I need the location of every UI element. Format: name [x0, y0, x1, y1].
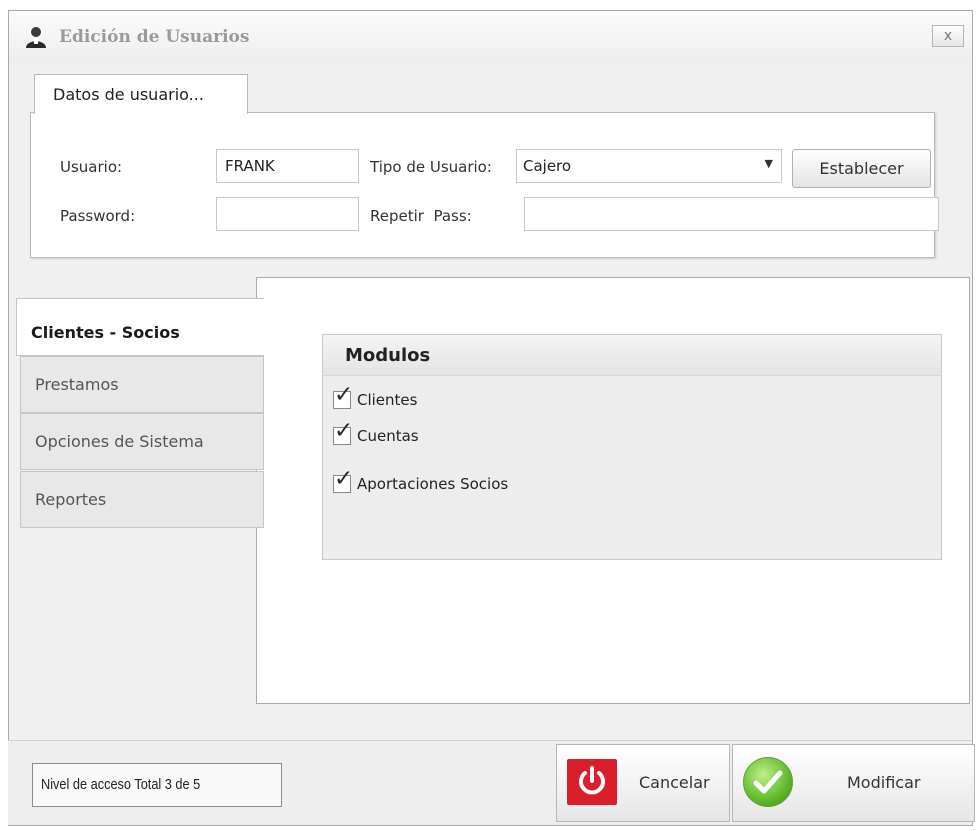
- tab-prestamos-label: Prestamos: [35, 375, 119, 394]
- tab-reportes[interactable]: Reportes: [20, 471, 264, 528]
- modify-label: Modificar: [847, 773, 921, 792]
- tab-clientes-socios[interactable]: Clientes - Socios: [16, 298, 264, 356]
- checkmark-circle-icon: [743, 757, 793, 807]
- checkbox-box[interactable]: ✓: [333, 384, 353, 409]
- tipo-usuario-select[interactable]: Cajero ▼: [516, 149, 782, 183]
- cancel-button[interactable]: Cancelar: [556, 744, 730, 822]
- modify-button[interactable]: Modificar: [732, 744, 975, 822]
- modulos-group: Modulos ✓ Clientes ✓ Cuentas ✓ Aportacio…: [322, 334, 942, 560]
- repetir-pass-field[interactable]: [524, 197, 939, 231]
- title-bar: Edición de Usuarios x: [9, 11, 972, 63]
- checkmark-icon: ✓: [334, 418, 354, 444]
- chevron-down-icon[interactable]: ▼: [765, 157, 773, 170]
- checkbox-cuentas-label: Cuentas: [357, 427, 419, 445]
- close-button[interactable]: x: [932, 25, 964, 47]
- tab-clientes-socios-label: Clientes - Socios: [31, 323, 180, 342]
- checkbox-clientes-label: Clientes: [357, 391, 418, 409]
- establecer-button[interactable]: Establecer: [792, 149, 931, 188]
- usuario-label: Usuario:: [60, 158, 123, 176]
- cancel-label: Cancelar: [639, 773, 710, 792]
- modulos-title: Modulos: [345, 345, 431, 366]
- usuario-field[interactable]: FRANK: [216, 149, 359, 183]
- tab-opciones-sistema-label: Opciones de Sistema: [35, 432, 204, 451]
- window-title: Edición de Usuarios: [59, 27, 250, 47]
- tab-datos-de-usuario[interactable]: Datos de usuario...: [34, 74, 248, 114]
- modulos-header: Modulos: [323, 335, 941, 376]
- checkbox-box[interactable]: ✓: [333, 420, 353, 445]
- password-label: Password:: [60, 207, 136, 225]
- checkmark-icon: ✓: [334, 382, 354, 408]
- tab-reportes-label: Reportes: [35, 490, 107, 509]
- tipo-usuario-label: Tipo de Usuario:: [370, 158, 492, 176]
- password-field[interactable]: [216, 197, 359, 231]
- tab-opciones-sistema[interactable]: Opciones de Sistema: [20, 413, 264, 470]
- power-icon: [567, 759, 617, 805]
- checkmark-icon: ✓: [334, 466, 354, 492]
- checkbox-box[interactable]: ✓: [333, 468, 353, 493]
- tipo-usuario-value: Cajero: [523, 157, 572, 175]
- repetir-pass-label: Repetir Pass:: [370, 207, 472, 225]
- tab-datos-de-usuario-label: Datos de usuario...: [53, 85, 204, 104]
- tab-prestamos[interactable]: Prestamos: [20, 356, 264, 413]
- access-level-display: Nivel de acceso Total 3 de 5: [32, 763, 282, 807]
- user-icon: [23, 25, 49, 49]
- checkbox-aportaciones-label: Aportaciones Socios: [357, 475, 509, 493]
- access-level-text: Nivel de acceso Total 3 de 5: [41, 776, 201, 793]
